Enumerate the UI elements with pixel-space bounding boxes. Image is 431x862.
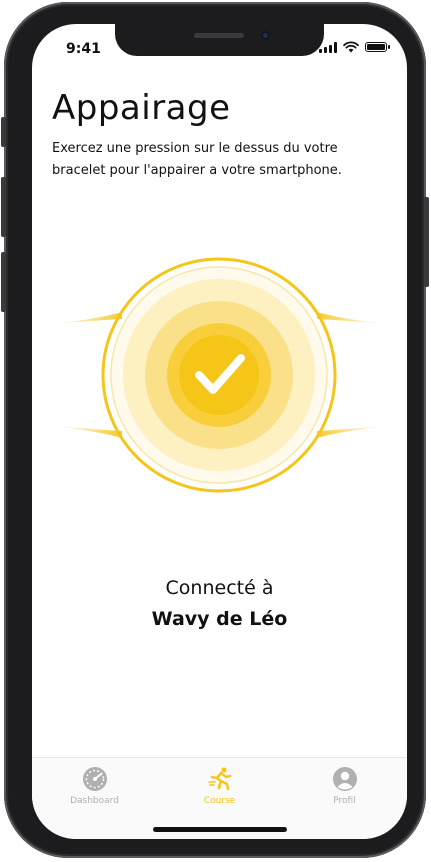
page-title: Appairage (52, 88, 231, 128)
tab-course[interactable]: Course (157, 758, 282, 818)
camera (261, 31, 270, 40)
status-time: 9:41 (66, 41, 101, 57)
app-screen: 9:41 Appairage Exercez une pression sur … (32, 24, 407, 839)
device-name: Wavy de Léo (151, 608, 288, 630)
tab-dashboard-label: Dashboard (70, 796, 119, 806)
home-indicator (153, 827, 287, 832)
status-circle (179, 335, 259, 415)
tab-dashboard[interactable]: Dashboard (32, 758, 157, 818)
pairing-instruction: Exercez une pression sur le dessus du vo… (52, 141, 342, 178)
tab-profil-label: Profil (333, 796, 356, 806)
speaker (194, 33, 244, 38)
battery-icon (365, 42, 390, 52)
status-icons (319, 41, 390, 53)
user-icon (332, 766, 358, 792)
pairing-success-graphic (54, 257, 385, 493)
side-button (1, 117, 6, 147)
speedometer-icon (82, 766, 108, 792)
volume-up-button (1, 177, 6, 237)
power-button (424, 197, 429, 287)
tab-bar: Dashboard Course Profil (32, 757, 407, 839)
running-icon (207, 766, 233, 792)
tab-course-label: Course (203, 796, 236, 806)
tab-profil[interactable]: Profil (282, 758, 407, 818)
volume-down-button (1, 252, 6, 312)
wifi-icon (343, 41, 359, 53)
connection-label: Connecté à (165, 577, 274, 599)
notch (115, 24, 324, 56)
phone-frame: 9:41 Appairage Exercez une pression sur … (1, 2, 429, 858)
